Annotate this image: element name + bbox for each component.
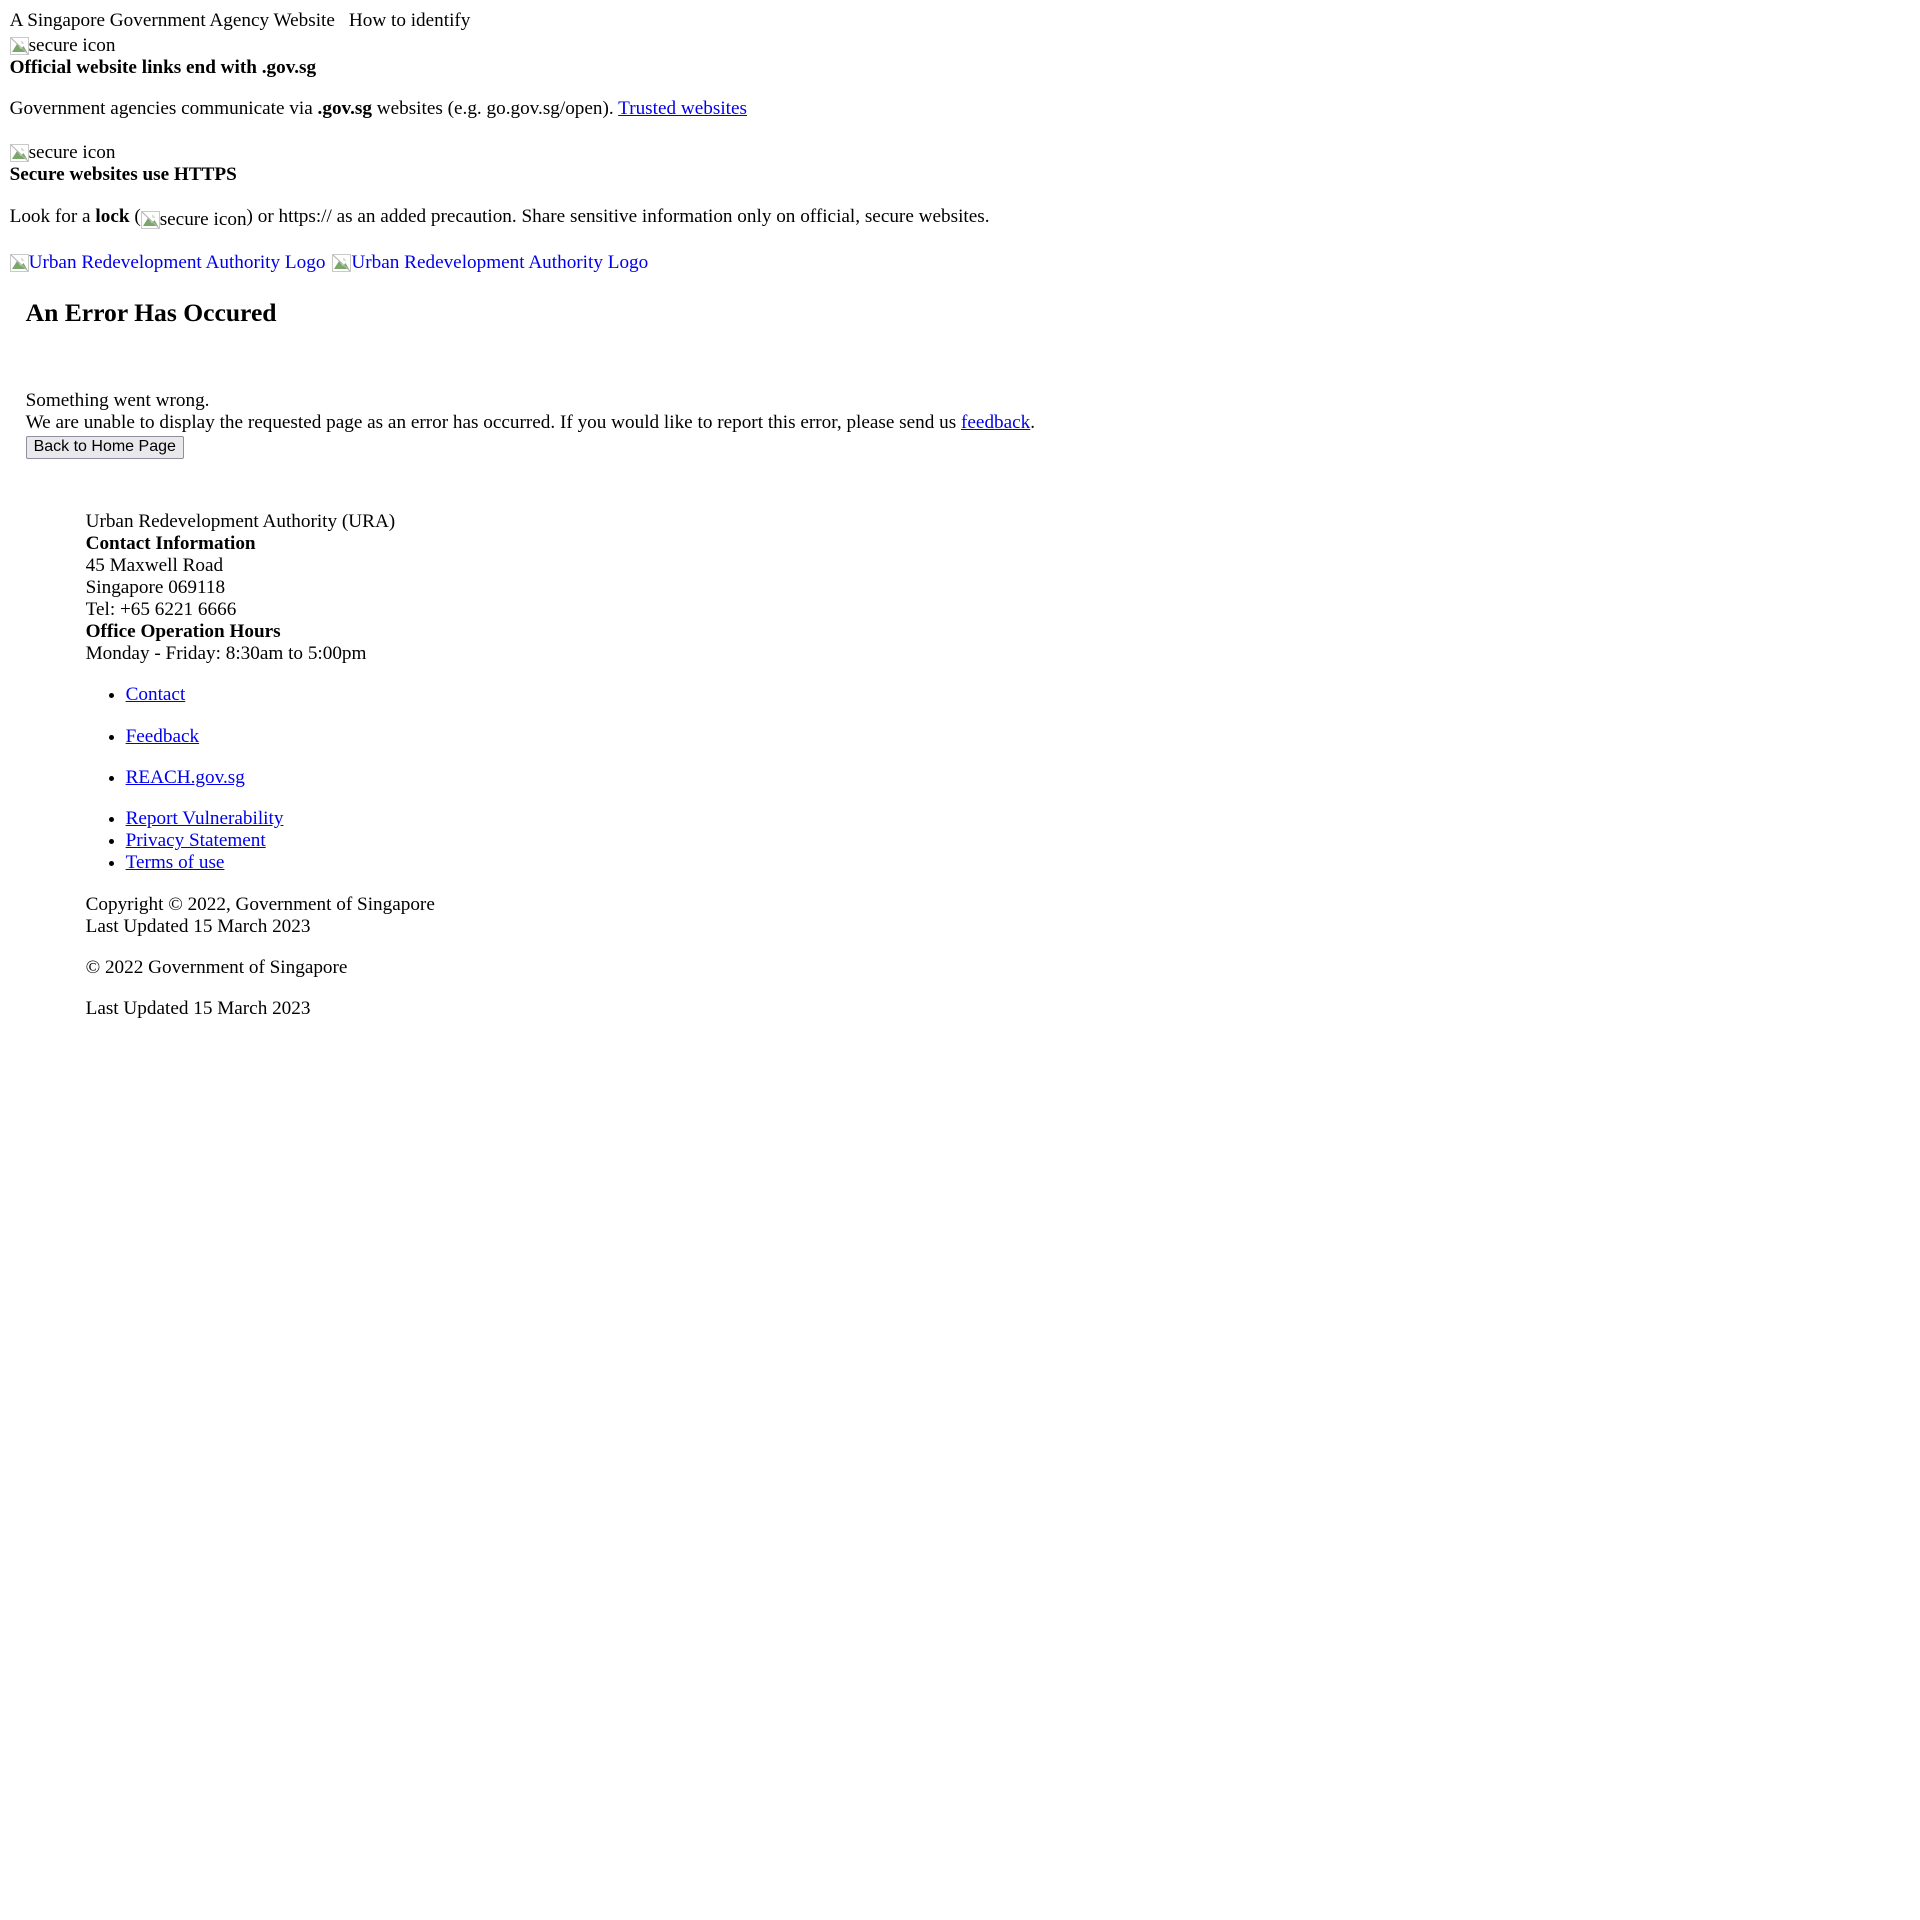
secure-icon-broken-image-2: secure icon xyxy=(9,142,116,164)
masthead-https-text-mid: ( xyxy=(129,205,141,227)
error-line-2: We are unable to display the requested p… xyxy=(26,412,1911,434)
footer-copyright-block: Copyright © 2022, Government of Singapor… xyxy=(86,894,1911,938)
masthead-https-text-before: Look for a xyxy=(9,205,96,227)
footer-link-reach-gov-sg[interactable]: REACH.gov.sg xyxy=(126,767,245,788)
trusted-websites-link[interactable]: Trusted websites xyxy=(618,98,747,119)
footer-links-list: Contact Feedback REACH.gov.sg Report Vul… xyxy=(86,684,1911,874)
footer-last-updated-line: Last Updated 15 March 2023 xyxy=(85,915,311,937)
footer-address-line-2: Singapore 069118 xyxy=(85,576,226,598)
ura-logo-broken-image-2: Urban Redevelopment Authority Logo xyxy=(332,253,648,272)
masthead-lock-bold: lock xyxy=(95,205,130,227)
masthead-paragraph-https: Look for a lock ( secure icon) or https:/… xyxy=(10,206,1911,231)
feedback-link[interactable]: feedback xyxy=(961,412,1030,433)
masthead-banner: A Singapore Government Agency Website How… xyxy=(10,10,1911,32)
list-item: Report Vulnerability xyxy=(126,808,1911,830)
footer-link-terms-of-use[interactable]: Terms of use xyxy=(126,852,225,873)
masthead-text-before: Government agencies communicate via xyxy=(9,98,318,120)
footer-last-updated-single: Last Updated 15 March 2023 xyxy=(85,998,311,1020)
ura-logo-link-1[interactable]: Urban Redevelopment Authority Logo xyxy=(9,249,326,273)
inline-secure-icon-broken-image: secure icon xyxy=(140,208,247,231)
footer-copyright-line: Copyright © 2022, Government of Singapor… xyxy=(85,893,435,915)
site-logo-row: Urban Redevelopment Authority Logo Urban… xyxy=(9,249,1911,273)
ura-logo-broken-image-1: Urban Redevelopment Authority Logo xyxy=(9,251,326,273)
footer-link-privacy-statement[interactable]: Privacy Statement xyxy=(126,830,266,851)
broken-image-icon xyxy=(9,36,29,55)
footer-address-line-1: 45 Maxwell Road xyxy=(85,554,224,576)
masthead-block-https: secure icon Secure websites use HTTPS Lo… xyxy=(9,139,1911,231)
error-line-2-period: . xyxy=(1030,411,1036,433)
list-item: REACH.gov.sg xyxy=(126,767,1911,789)
ura-logo-alt-text-1: Urban Redevelopment Authority Logo xyxy=(28,251,326,273)
page-title: An Error Has Occured xyxy=(25,298,277,328)
list-item: Terms of use xyxy=(126,852,1911,874)
footer-link-report-vulnerability[interactable]: Report Vulnerability xyxy=(126,808,284,829)
footer-link-contact[interactable]: Contact xyxy=(126,684,186,705)
masthead-text-after: websites (e.g. go.gov.sg/open). xyxy=(371,98,619,120)
masthead-heading-gov-links: Official website links end with .gov.sg xyxy=(9,56,317,78)
footer-org-name: Urban Redevelopment Authority (URA) xyxy=(85,510,396,532)
secure-icon-alt-text: secure icon xyxy=(28,34,116,56)
error-message-block: Something went wrong. We are unable to d… xyxy=(10,390,1911,459)
footer-telephone: Tel: +65 6221 6666 xyxy=(85,598,237,620)
list-item: Contact xyxy=(126,684,1911,706)
ura-logo-alt-text-2: Urban Redevelopment Authority Logo xyxy=(351,251,649,273)
masthead-gap-divider xyxy=(10,120,1911,139)
secure-icon-alt-text-2: secure icon xyxy=(28,142,116,164)
error-main-content: An Error Has Occured Something went wron… xyxy=(10,298,1911,459)
broken-image-icon xyxy=(332,253,352,272)
broken-image-icon xyxy=(9,253,29,272)
back-to-home-page-button[interactable]: Back to Home Page xyxy=(25,435,184,459)
ura-logo-link-2[interactable]: Urban Redevelopment Authority Logo xyxy=(332,249,648,272)
list-item: Feedback xyxy=(126,726,1911,748)
footer-hours-value: Monday - Friday: 8:30am to 5:00pm xyxy=(85,643,367,665)
masthead-gov-sg-bold: .gov.sg xyxy=(317,98,372,120)
broken-image-icon xyxy=(140,210,160,229)
masthead-heading-https: Secure websites use HTTPS xyxy=(9,164,237,186)
masthead-paragraph-gov-links: Government agencies communicate via .gov… xyxy=(10,98,1911,120)
broken-image-icon xyxy=(9,144,29,163)
secure-icon-broken-image: secure icon xyxy=(9,34,116,57)
site-footer: Urban Redevelopment Authority (URA) Cont… xyxy=(10,511,1911,1021)
error-line-1: Something went wrong. xyxy=(25,389,210,411)
masthead-block-gov-links: secure icon Official website links end w… xyxy=(9,32,1911,120)
footer-copyright-single: © 2022 Government of Singapore xyxy=(85,956,348,978)
inline-secure-icon-alt-text: secure icon xyxy=(159,208,247,230)
footer-link-feedback[interactable]: Feedback xyxy=(126,726,200,747)
how-to-identify-label[interactable]: How to identify xyxy=(349,10,471,31)
footer-contact-heading: Contact Information xyxy=(85,532,256,554)
list-item: Privacy Statement xyxy=(126,830,1911,852)
footer-hours-heading: Office Operation Hours xyxy=(85,621,281,643)
masthead-https-text-after: ) or https:// as an added precaution. Sh… xyxy=(246,205,990,227)
error-line-2-text: We are unable to display the requested p… xyxy=(25,411,962,433)
masthead-agency-text: A Singapore Government Agency Website xyxy=(9,9,335,31)
